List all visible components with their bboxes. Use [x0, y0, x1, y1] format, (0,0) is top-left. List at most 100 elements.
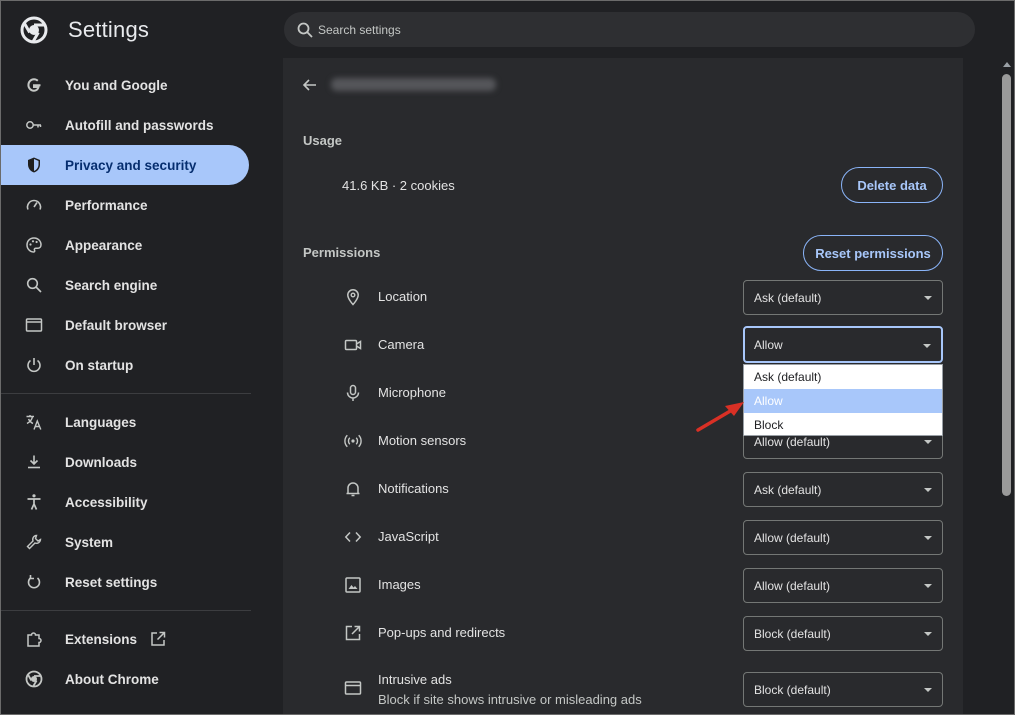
permission-label: Pop-ups and redirects [378, 625, 506, 640]
dropdown-caret-icon [924, 688, 932, 692]
sidebar-item-label: Search engine [65, 277, 158, 293]
location-pin-icon [347, 289, 359, 306]
scrollbar-thumb[interactable] [1002, 74, 1011, 496]
download-icon [28, 455, 40, 469]
popup-icon [345, 625, 361, 641]
dropdown-option-block[interactable]: Block [744, 413, 942, 437]
search-input[interactable] [318, 22, 918, 37]
code-icon [344, 531, 362, 543]
permission-label: Images [378, 577, 421, 592]
sidebar-item-downloads[interactable]: Downloads [0, 442, 249, 482]
sidebar-item-label: Accessibility [65, 494, 148, 510]
image-icon [345, 577, 361, 593]
sidebar-item-on-startup[interactable]: On startup [0, 345, 249, 385]
bell-icon [346, 482, 360, 497]
sidebar-item-label: Downloads [65, 454, 138, 470]
sidebar-item-label: Extensions [65, 631, 138, 647]
translate-icon [26, 415, 42, 430]
sidebar-item-you-and-google[interactable]: You and Google [0, 65, 249, 105]
permission-label: JavaScript [378, 529, 439, 544]
motion-sensor-icon [344, 434, 362, 448]
camera-dropdown-menu: Ask (default) Allow Block [743, 364, 943, 436]
header: Settings [0, 0, 1015, 58]
speedometer-icon [26, 199, 42, 210]
sidebar-item-autofill[interactable]: Autofill and passwords [0, 105, 249, 145]
search-icon [26, 277, 42, 293]
palette-icon [26, 237, 42, 253]
reset-permissions-button[interactable]: Reset permissions [803, 235, 943, 271]
delete-data-button[interactable]: Delete data [841, 167, 943, 203]
sidebar-item-about-chrome[interactable]: About Chrome [0, 659, 249, 699]
permission-label: Notifications [378, 481, 449, 496]
sidebar-item-accessibility[interactable]: Accessibility [0, 482, 249, 522]
search-icon [297, 22, 313, 38]
permission-label: Camera [378, 337, 425, 352]
sidebar-item-label: Appearance [65, 237, 143, 253]
sidebar-item-label: System [65, 534, 114, 550]
sidebar-item-search-engine[interactable]: Search engine [0, 265, 249, 305]
sidebar-item-label: Privacy and security [65, 157, 197, 173]
sidebar-item-label: You and Google [65, 77, 168, 93]
app-title: Settings [68, 17, 150, 42]
sidebar-item-default-browser[interactable]: Default browser [0, 305, 249, 345]
sidebar-item-system[interactable]: System [0, 522, 249, 562]
sidebar-item-performance[interactable]: Performance [0, 185, 249, 225]
sidebar-item-reset-settings[interactable]: Reset settings [0, 562, 249, 602]
search-box[interactable] [284, 12, 975, 47]
select-value: Block (default) [754, 682, 831, 697]
reset-icon [27, 575, 41, 589]
select-value: Ask (default) [754, 482, 822, 497]
annotation-arrow-icon [696, 402, 744, 432]
sidebar-item-extensions[interactable]: Extensions [0, 619, 249, 659]
sidebar-item-appearance[interactable]: Appearance [0, 225, 249, 265]
chrome-logo-icon [20, 16, 48, 44]
permission-label: Location [378, 289, 428, 304]
dropdown-option-allow[interactable]: Allow [744, 389, 942, 413]
shield-icon [28, 157, 40, 173]
sidebar-item-privacy[interactable]: Privacy and security [0, 145, 249, 185]
sidebar-divider [0, 610, 251, 611]
select-value: Allow [754, 337, 783, 352]
sidebar-item-label: Default browser [65, 317, 168, 333]
notifications-select[interactable]: Ask (default) [743, 472, 943, 507]
select-value: Block (default) [754, 626, 831, 641]
select-value: Allow (default) [754, 530, 831, 545]
permission-label: Motion sensors [378, 433, 467, 448]
dropdown-option-ask[interactable]: Ask (default) [744, 365, 942, 389]
camera-select[interactable]: Allow [743, 326, 943, 363]
dropdown-caret-icon [924, 296, 932, 300]
javascript-select[interactable]: Allow (default) [743, 520, 943, 555]
sidebar-item-label: Languages [65, 414, 137, 430]
ads-icon [344, 681, 362, 695]
microphone-icon [346, 384, 360, 401]
open-in-new-icon [151, 631, 166, 646]
select-value: Allow (default) [754, 578, 831, 593]
dropdown-caret-icon [924, 632, 932, 636]
permission-label: Microphone [378, 385, 446, 400]
dropdown-caret-icon [924, 584, 932, 588]
puzzle-icon [27, 632, 42, 647]
select-value: Ask (default) [754, 290, 822, 305]
sidebar-item-label: About Chrome [65, 671, 159, 687]
usage-summary: 41.6 KB · 2 cookies [342, 178, 455, 193]
dropdown-caret-icon [924, 536, 932, 540]
sidebar-item-languages[interactable]: Languages [0, 402, 249, 442]
sidebar-item-label: Reset settings [65, 574, 158, 590]
sidebar-divider [0, 393, 251, 394]
sidebar: You and Google Autofill and passwords Pr… [0, 58, 262, 715]
scroll-up-arrow-icon[interactable] [1003, 62, 1011, 67]
sidebar-item-label: Autofill and passwords [65, 117, 214, 133]
popups-select[interactable]: Block (default) [743, 616, 943, 651]
back-arrow-icon[interactable] [301, 76, 319, 94]
intrusive-ads-select[interactable]: Block (default) [743, 672, 943, 707]
wrench-icon [26, 534, 42, 550]
browser-window-icon [25, 318, 43, 332]
permission-label: Intrusive ads [378, 672, 452, 687]
permissions-section-title: Permissions [303, 245, 381, 260]
sidebar-item-label: Performance [65, 197, 148, 213]
location-select[interactable]: Ask (default) [743, 280, 943, 315]
images-select[interactable]: Allow (default) [743, 568, 943, 603]
sidebar-item-label: On startup [65, 357, 134, 373]
usage-section-title: Usage [303, 133, 343, 148]
dropdown-caret-icon [924, 488, 932, 492]
